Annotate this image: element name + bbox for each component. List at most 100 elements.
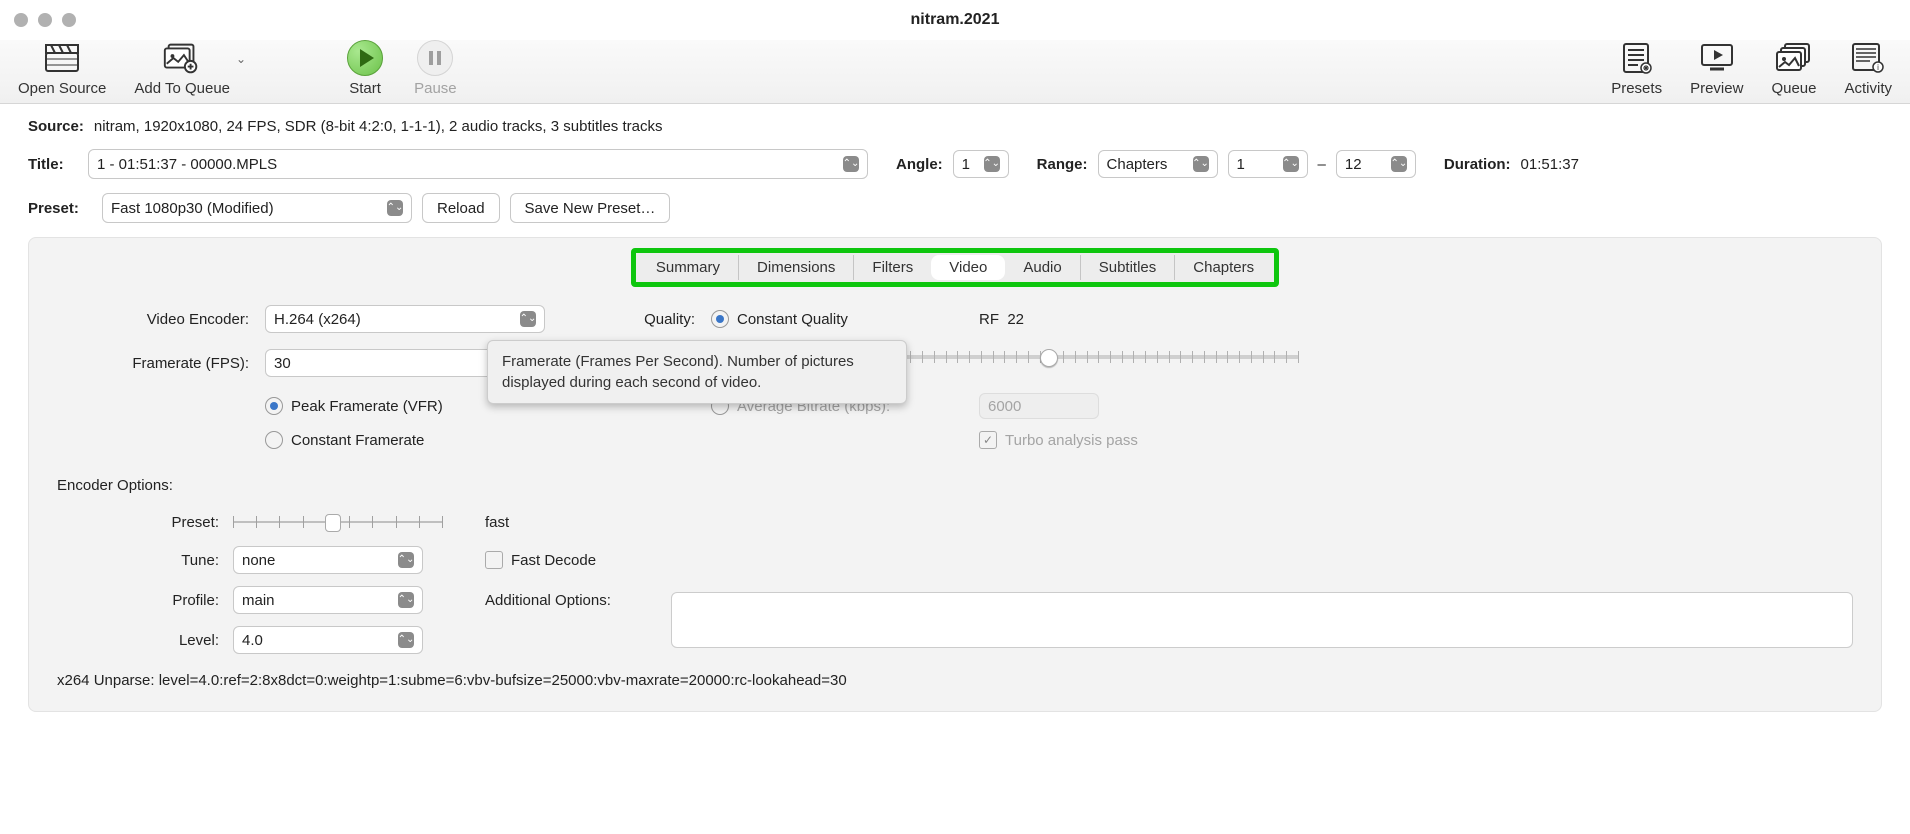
open-source-label: Open Source (18, 80, 106, 97)
main-toolbar: Open Source Add To Queue ⌄ Start Pause (0, 40, 1910, 104)
range-to-select[interactable]: 12 (1336, 150, 1416, 178)
constant-framerate-text: Constant Framerate (291, 432, 424, 449)
angle-select[interactable]: 1 (953, 150, 1009, 178)
range-separator: – (1318, 156, 1326, 173)
source-value: nitram, 1920x1080, 24 FPS, SDR (8-bit 4:… (94, 118, 663, 135)
tune-label: Tune: (57, 552, 227, 569)
window-title: nitram.2021 (911, 11, 1000, 29)
fast-decode-text: Fast Decode (511, 552, 596, 569)
save-new-preset-button[interactable]: Save New Preset… (510, 193, 671, 223)
queue-icon (1773, 40, 1815, 76)
range-to-value: 12 (1345, 156, 1362, 173)
radio-off-icon (265, 431, 283, 449)
open-source-button[interactable]: Open Source (18, 40, 106, 97)
add-to-queue-label: Add To Queue (134, 80, 230, 97)
framerate-tooltip: Framerate (Frames Per Second). Number of… (487, 340, 907, 404)
traffic-minimize[interactable] (38, 13, 52, 27)
settings-panel: Summary Dimensions Filters Video Audio S… (28, 237, 1882, 712)
window-titlebar: nitram.2021 (0, 0, 1910, 40)
preview-button[interactable]: Preview (1690, 40, 1743, 97)
video-encoder-label: Video Encoder: (57, 311, 257, 328)
range-from-value: 1 (1237, 156, 1245, 173)
preview-icon (1696, 40, 1738, 76)
traffic-zoom[interactable] (62, 13, 76, 27)
queue-button[interactable]: Queue (1771, 40, 1816, 97)
encoder-preset-value: fast (485, 514, 665, 531)
constant-quality-text: Constant Quality (737, 311, 848, 328)
tab-video[interactable]: Video (931, 255, 1005, 280)
slider-knob[interactable] (325, 514, 341, 532)
start-button[interactable]: Start (344, 40, 386, 97)
add-to-queue-button[interactable]: Add To Queue (134, 40, 230, 97)
preset-select[interactable]: Fast 1080p30 (Modified) (102, 193, 412, 223)
tab-summary[interactable]: Summary (638, 255, 738, 280)
tune-select[interactable]: none (233, 546, 423, 574)
tab-chapters[interactable]: Chapters (1174, 255, 1272, 280)
preview-label: Preview (1690, 80, 1743, 97)
level-select[interactable]: 4.0 (233, 626, 423, 654)
preset-label: Preset: (28, 200, 92, 217)
radio-on-icon (265, 397, 283, 415)
constant-framerate-radio[interactable]: Constant Framerate (265, 431, 585, 449)
profile-label: Profile: (57, 592, 227, 609)
encoder-preset-slider[interactable] (233, 510, 443, 534)
range-type-select[interactable]: Chapters (1098, 150, 1218, 178)
encoder-options-heading: Encoder Options: (57, 477, 1853, 494)
pause-label: Pause (414, 80, 457, 97)
pause-icon (417, 40, 453, 76)
duration-label: Duration: (1444, 156, 1511, 173)
preset-value: Fast 1080p30 (Modified) (111, 200, 274, 217)
tab-subtitles[interactable]: Subtitles (1080, 255, 1175, 280)
average-bitrate-input[interactable]: 6000 (979, 393, 1099, 419)
play-icon (347, 40, 383, 76)
activity-label: Activity (1844, 80, 1892, 97)
settings-tabs: Summary Dimensions Filters Video Audio S… (631, 248, 1279, 287)
source-label: Source: (28, 118, 84, 135)
start-label: Start (349, 80, 381, 97)
level-value: 4.0 (242, 632, 263, 649)
additional-options-input[interactable] (671, 592, 1853, 648)
range-from-select[interactable]: 1 (1228, 150, 1308, 178)
angle-label: Angle: (896, 156, 943, 173)
checkbox-icon: ✓ (979, 431, 997, 449)
svg-text:i: i (1877, 63, 1879, 72)
tab-audio[interactable]: Audio (1005, 255, 1079, 280)
quality-label: Quality: (593, 311, 703, 328)
queue-add-icon (161, 40, 203, 76)
tab-dimensions[interactable]: Dimensions (738, 255, 853, 280)
presets-icon (1616, 40, 1658, 76)
range-type-value: Chapters (1107, 156, 1168, 173)
angle-value: 1 (962, 156, 970, 173)
turbo-pass-checkbox: ✓ Turbo analysis pass (979, 431, 1299, 449)
video-encoder-select[interactable]: H.264 (x264) (265, 305, 545, 333)
presets-label: Presets (1611, 80, 1662, 97)
radio-on-icon (711, 310, 729, 328)
reload-button[interactable]: Reload (422, 193, 500, 223)
profile-select[interactable]: main (233, 586, 423, 614)
fast-decode-checkbox[interactable]: Fast Decode (485, 551, 665, 569)
title-select[interactable]: 1 - 01:51:37 - 00000.MPLS (88, 149, 868, 179)
title-label: Title: (28, 156, 78, 173)
encoder-preset-label: Preset: (57, 514, 227, 531)
slider-knob[interactable] (1040, 349, 1058, 367)
chevron-down-icon[interactable]: ⌄ (236, 52, 246, 66)
tune-value: none (242, 552, 275, 569)
traffic-close[interactable] (14, 13, 28, 27)
clapperboard-icon (41, 40, 83, 76)
video-encoder-value: H.264 (x264) (274, 311, 361, 328)
profile-value: main (242, 592, 275, 609)
additional-options-label: Additional Options: (485, 592, 665, 609)
peak-framerate-text: Peak Framerate (VFR) (291, 398, 443, 415)
pause-button: Pause (414, 40, 457, 97)
title-value: 1 - 01:51:37 - 00000.MPLS (97, 156, 277, 173)
presets-button[interactable]: Presets (1611, 40, 1662, 97)
range-label: Range: (1037, 156, 1088, 173)
turbo-pass-text: Turbo analysis pass (1005, 432, 1138, 449)
checkbox-icon (485, 551, 503, 569)
tab-filters[interactable]: Filters (853, 255, 931, 280)
duration-value: 01:51:37 (1521, 156, 1579, 173)
rf-readout: RF 22 (979, 311, 1299, 328)
framerate-value: 30 (274, 355, 291, 372)
activity-button[interactable]: i Activity (1844, 40, 1892, 97)
constant-quality-radio[interactable]: Constant Quality (711, 310, 971, 328)
